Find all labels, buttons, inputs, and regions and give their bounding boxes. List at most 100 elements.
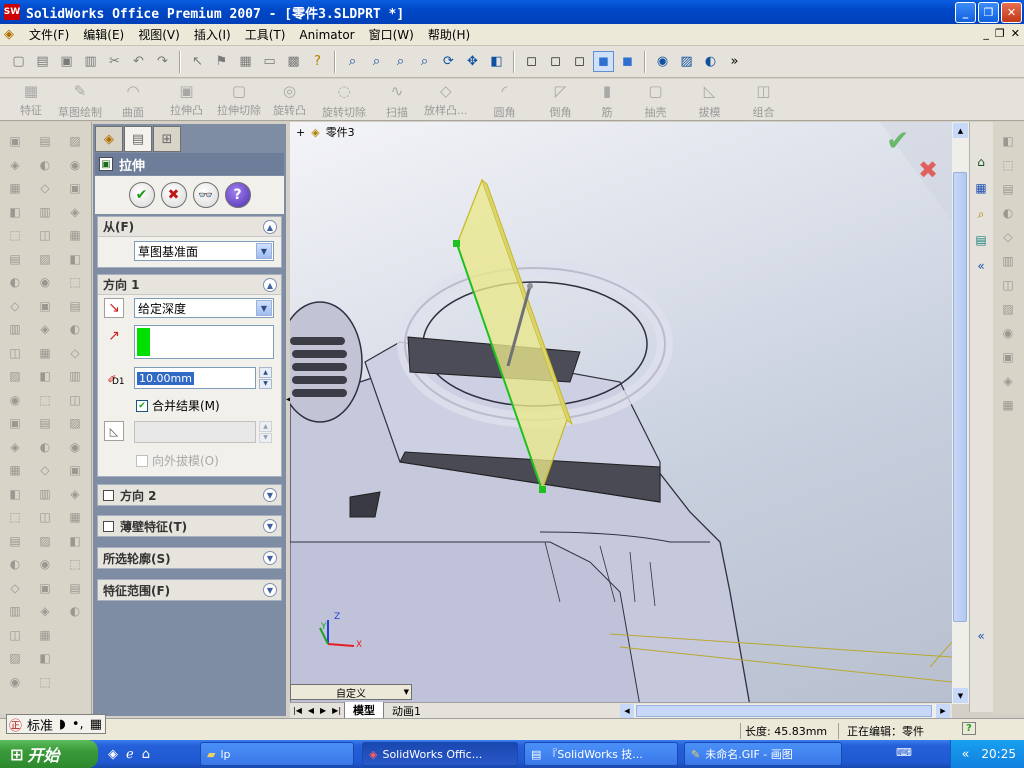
doc-minimize-button[interactable]: _	[983, 27, 989, 40]
tool-icon[interactable]: ▣	[36, 579, 54, 597]
cm-rib[interactable]: ▮ 筋	[586, 80, 629, 120]
open-icon[interactable]: ▤	[32, 51, 53, 72]
tool-icon[interactable]: ▣	[6, 132, 24, 150]
tool-icon[interactable]: ▤	[999, 180, 1017, 198]
merge-result-checkbox[interactable]: ✔ 合并结果(M)	[136, 397, 220, 414]
punctuation-icon[interactable]: •,	[69, 717, 87, 732]
menu-file[interactable]: 文件(F)	[22, 26, 76, 43]
tool-icon[interactable]: ⬚	[6, 226, 24, 244]
collapse-icon[interactable]: ▲	[263, 278, 277, 292]
tool-icon[interactable]: ◉	[66, 438, 84, 456]
part-lower-surface[interactable]	[290, 541, 641, 706]
tool-icon[interactable]: ▣	[66, 179, 84, 197]
tool-icon[interactable]: ▥	[999, 252, 1017, 270]
wireframe-icon[interactable]: ◻	[521, 51, 542, 72]
tool-icon[interactable]: ▨	[36, 250, 54, 268]
select-icon[interactable]: ↖	[187, 51, 208, 72]
hidden-lines-removed-icon[interactable]: ◻	[569, 51, 590, 72]
tool-icon[interactable]: ▦	[66, 508, 84, 526]
tool-icon[interactable]: ◫	[999, 276, 1017, 294]
section-view-icon[interactable]: ▨	[676, 51, 697, 72]
tool-icon[interactable]: ▤	[6, 250, 24, 268]
direction2-checkbox[interactable]	[103, 489, 114, 501]
quicklaunch-desktop-icon[interactable]: ⌂	[142, 747, 150, 762]
hidden-lines-visible-icon[interactable]: ◻	[545, 51, 566, 72]
scroll-down-icon[interactable]: ▼	[953, 688, 968, 703]
tool-icon[interactable]: ◉	[6, 391, 24, 409]
small-slot[interactable]	[349, 491, 381, 518]
spin-up-icon[interactable]: ▲	[259, 367, 272, 378]
tool-icon[interactable]: ◐	[999, 204, 1017, 222]
tool-icon[interactable]: ◉	[36, 273, 54, 291]
file-explorer-icon[interactable]: ⌕	[971, 204, 991, 224]
from-group-header[interactable]: 从(F) ▲	[98, 217, 281, 237]
tool-icon[interactable]: ◫	[66, 391, 84, 409]
half-width-icon[interactable]: ◗	[56, 717, 69, 732]
quicklaunch-ie-icon[interactable]: ℯ	[126, 747, 134, 762]
scroll-right-icon[interactable]: ▶	[936, 704, 950, 718]
tool-icon[interactable]: ◈	[66, 203, 84, 221]
vertical-scrollbar[interactable]: ▲ ▼	[952, 122, 969, 704]
tool-icon[interactable]: ⬚	[36, 673, 54, 691]
menu-window[interactable]: 窗口(W)	[362, 26, 421, 43]
tool-icon[interactable]: ▨	[66, 132, 84, 150]
clock[interactable]: 20:25	[981, 747, 1016, 761]
tool-icon[interactable]: ▣	[66, 461, 84, 479]
shaded-edges-icon[interactable]: ◼	[593, 51, 614, 72]
tool-icon[interactable]: ⬚	[6, 508, 24, 526]
task-folder[interactable]: ▰ lp	[200, 742, 354, 766]
help-button[interactable]: ?	[224, 182, 251, 208]
pan-icon[interactable]: ✥	[462, 51, 483, 72]
tool-icon[interactable]: ◫	[36, 508, 54, 526]
tool-icon[interactable]: ◐	[66, 320, 84, 338]
tool-icon[interactable]: ◐	[6, 555, 24, 573]
cm-extrude-boss[interactable]: ▣ 拉伸凸	[154, 80, 211, 120]
view-orientation-icon[interactable]: ◧	[486, 51, 507, 72]
tool-icon[interactable]: ▥	[66, 367, 84, 385]
graphics-area[interactable]: + ◈ 零件3 ✔ ✖ Z Y X 自定义 ▼	[290, 122, 952, 706]
collapse-pane-icon[interactable]: «	[971, 626, 991, 646]
tray-arrow-icon[interactable]: «	[961, 747, 969, 762]
tool-icon[interactable]: ◇	[36, 179, 54, 197]
menu-animator[interactable]: Animator	[292, 28, 361, 42]
feature-tree-tab[interactable]: ◈	[95, 126, 123, 152]
tool-icon[interactable]: ◈	[36, 602, 54, 620]
ime-mode-label[interactable]: 标准	[24, 715, 56, 734]
grid-icon[interactable]: ▩	[283, 51, 304, 72]
help-icon[interactable]: ?	[962, 722, 976, 735]
task-paint[interactable]: ✎ 未命名.GIF - 画图	[684, 742, 842, 766]
tab-model[interactable]: 模型	[344, 702, 385, 719]
expand-pane-icon[interactable]: «	[971, 256, 991, 276]
sketch-endpoint[interactable]	[539, 486, 546, 493]
cm-fillet[interactable]: ◜ 圆角	[474, 80, 536, 120]
configuration-tab[interactable]: ⊞	[153, 126, 181, 152]
shaded-icon[interactable]: ◼	[617, 51, 638, 72]
chevron-down-icon[interactable]: ▼	[256, 243, 272, 259]
zoom-fit-icon[interactable]: ⌕	[342, 51, 363, 72]
cancel-button[interactable]: ✖	[160, 182, 187, 208]
tool-icon[interactable]: ▦	[6, 461, 24, 479]
doc-restore-button[interactable]: ❐	[995, 27, 1005, 40]
expand-icon[interactable]: ▼	[263, 551, 277, 565]
sketch-icon[interactable]: ▭	[259, 51, 280, 72]
quicklaunch-solidworks-icon[interactable]: ◈	[108, 747, 118, 762]
depth-input[interactable]: 10.00mm	[134, 367, 256, 389]
tool-icon[interactable]: ▤	[36, 414, 54, 432]
menu-insert[interactable]: 插入(I)	[187, 26, 238, 43]
tool-icon[interactable]: ▥	[36, 485, 54, 503]
tab-first-icon[interactable]: |◀	[290, 706, 305, 715]
cm-features[interactable]: ▦ 特征	[14, 80, 48, 120]
reverse-direction-icon[interactable]: ↘	[104, 298, 124, 318]
hscroll-thumb[interactable]	[636, 705, 932, 717]
detailed-preview-button[interactable]: 👓	[192, 182, 219, 208]
tool-icon[interactable]: ◇	[6, 297, 24, 315]
cm-surfaces[interactable]: ◠ 曲面	[112, 80, 154, 120]
scroll-thumb[interactable]	[953, 172, 967, 622]
tool-icon[interactable]: ◧	[66, 532, 84, 550]
tool-icon[interactable]: ▦	[36, 344, 54, 362]
tool-icon[interactable]: ▦	[36, 626, 54, 644]
depth-spinner[interactable]: ▲ ▼	[259, 367, 272, 389]
menu-help[interactable]: 帮助(H)	[421, 26, 477, 43]
feature-scope-header[interactable]: 特征范围(F) ▼	[98, 580, 281, 600]
ime-logo-icon[interactable]: ㊣	[7, 715, 24, 734]
